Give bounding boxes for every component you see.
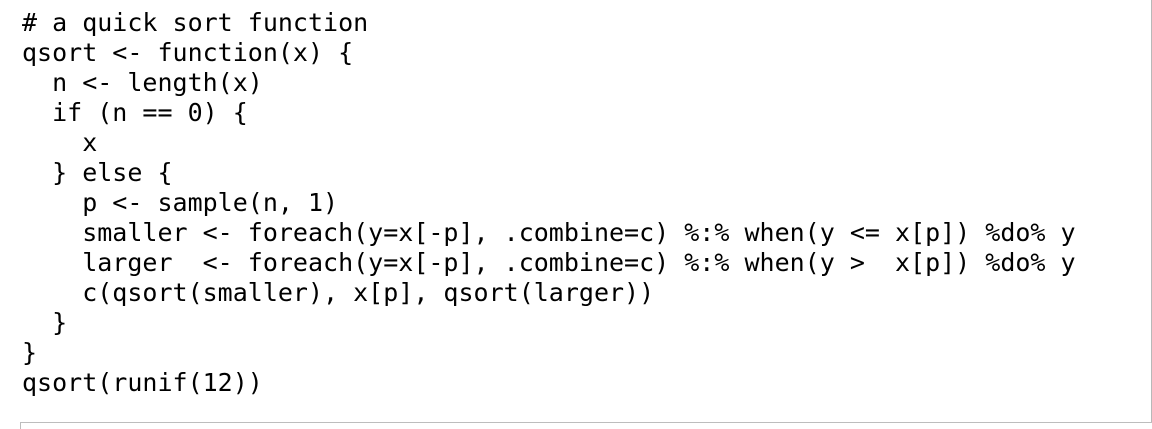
code-line: } else {	[22, 158, 173, 187]
code-line: larger <- foreach(y=x[-p], .combine=c) %…	[22, 248, 1076, 277]
code-comment-line: # a quick sort function	[22, 8, 369, 37]
code-line: c(qsort(smaller), x[p], qsort(larger))	[22, 278, 655, 307]
code-line: x	[22, 128, 98, 157]
code-line: }	[22, 338, 38, 367]
code-line: n <- length(x)	[22, 68, 263, 97]
code-line: p <- sample(n, 1)	[22, 188, 339, 217]
code-line: }	[22, 308, 68, 337]
code-block: # a quick sort function qsort <- function…	[22, 8, 1076, 398]
code-line: qsort <- function(x) {	[22, 38, 354, 67]
code-line: if (n == 0) {	[22, 98, 248, 127]
code-line: smaller <- foreach(y=x[-p], .combine=c) …	[22, 218, 1076, 247]
code-line: qsort(runif(12))	[22, 368, 263, 397]
